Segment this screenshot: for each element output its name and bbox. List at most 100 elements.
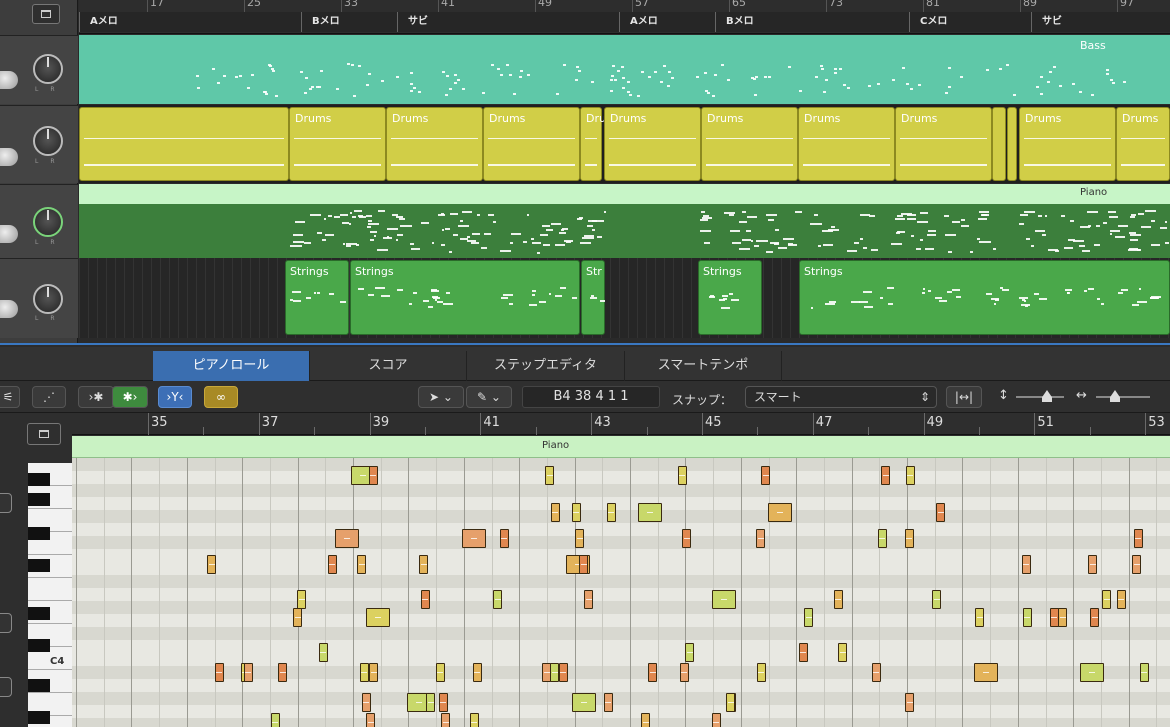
- tab-step-editor[interactable]: ステップエディタ: [467, 351, 625, 381]
- midi-note[interactable]: [318, 643, 328, 662]
- midi-note[interactable]: [711, 590, 736, 609]
- midi-note[interactable]: [472, 663, 482, 682]
- midi-note[interactable]: [648, 663, 658, 682]
- midi-note[interactable]: [435, 663, 445, 682]
- midi-note[interactable]: [1116, 590, 1126, 609]
- black-key[interactable]: [28, 639, 50, 652]
- midi-note[interactable]: [270, 713, 280, 727]
- midi-note[interactable]: [936, 503, 946, 522]
- drums-region[interactable]: Drums: [1116, 107, 1170, 181]
- midi-note[interactable]: [606, 503, 616, 522]
- midi-note[interactable]: [214, 663, 224, 682]
- black-key[interactable]: [28, 607, 50, 620]
- mute-toggle-icon[interactable]: [0, 148, 18, 166]
- tab-smart-tempo[interactable]: スマートテンポ: [625, 351, 782, 381]
- midi-in-icon[interactable]: ›✱: [78, 386, 114, 408]
- track-header-piano[interactable]: LR: [0, 184, 78, 258]
- midi-note[interactable]: [1022, 608, 1032, 627]
- midi-note[interactable]: [361, 693, 371, 712]
- side-control-icon[interactable]: [0, 493, 12, 513]
- fit-icon[interactable]: |↔|: [946, 386, 982, 408]
- midi-note[interactable]: [499, 529, 509, 548]
- editor-collapse-icon[interactable]: [27, 423, 61, 445]
- midi-note[interactable]: [297, 590, 307, 609]
- midi-note[interactable]: [838, 643, 848, 662]
- midi-note[interactable]: [637, 503, 662, 522]
- midi-note[interactable]: [726, 693, 736, 712]
- midi-note[interactable]: [1133, 529, 1143, 548]
- midi-note[interactable]: [932, 590, 942, 609]
- drums-region[interactable]: Drums: [701, 107, 798, 181]
- marker-7[interactable]: サビ: [1031, 12, 1170, 32]
- midi-note[interactable]: [243, 663, 253, 682]
- midi-note[interactable]: [1080, 663, 1105, 682]
- midi-note[interactable]: [575, 529, 585, 548]
- midi-note[interactable]: [438, 693, 448, 712]
- midi-note[interactable]: [877, 529, 887, 548]
- midi-note[interactable]: [469, 713, 479, 727]
- position-display[interactable]: B4 38 4 1 1: [522, 386, 660, 408]
- drums-region[interactable]: [79, 107, 289, 181]
- midi-note[interactable]: [293, 608, 302, 627]
- vertical-zoom-slider[interactable]: [1016, 396, 1064, 398]
- horizontal-zoom-thumb-icon[interactable]: [1110, 390, 1120, 402]
- midi-note[interactable]: [426, 693, 436, 712]
- strings-region[interactable]: Strings: [285, 260, 349, 335]
- horizontal-zoom-slider[interactable]: [1096, 396, 1150, 398]
- black-key[interactable]: [28, 527, 50, 540]
- automation-icon[interactable]: ⋰: [32, 386, 66, 408]
- midi-note[interactable]: [1088, 555, 1098, 574]
- midi-note[interactable]: [756, 529, 766, 548]
- midi-note[interactable]: [327, 555, 337, 574]
- midi-note[interactable]: [366, 713, 376, 727]
- strings-region[interactable]: Str: [581, 260, 606, 335]
- midi-note[interactable]: [677, 466, 687, 485]
- midi-note[interactable]: [550, 503, 560, 522]
- drums-region[interactable]: Drums: [580, 107, 622, 181]
- black-key[interactable]: [28, 711, 50, 724]
- marker-3[interactable]: サビ: [397, 12, 619, 32]
- midi-note[interactable]: [365, 608, 390, 627]
- midi-note[interactable]: [207, 555, 217, 574]
- midi-note[interactable]: [682, 529, 692, 548]
- pan-knob-icon[interactable]: [33, 54, 63, 84]
- midi-note[interactable]: [905, 466, 915, 485]
- drums-region[interactable]: Drums: [483, 107, 580, 181]
- midi-note[interactable]: [761, 466, 771, 485]
- drums-region[interactable]: [992, 107, 1006, 181]
- midi-note[interactable]: [804, 608, 814, 627]
- midi-note[interactable]: [833, 590, 843, 609]
- vertical-zoom-thumb-icon[interactable]: [1042, 390, 1052, 402]
- midi-note[interactable]: [368, 466, 378, 485]
- midi-note[interactable]: [571, 503, 581, 522]
- track-header-bass[interactable]: LR: [0, 35, 78, 104]
- midi-note[interactable]: [905, 693, 915, 712]
- midi-note[interactable]: [572, 693, 596, 712]
- midi-note[interactable]: [441, 713, 451, 727]
- midi-note[interactable]: [357, 555, 367, 574]
- midi-note[interactable]: [1090, 608, 1100, 627]
- midi-note[interactable]: [493, 590, 503, 609]
- strings-region[interactable]: Strings: [350, 260, 580, 335]
- midi-note[interactable]: [584, 590, 594, 609]
- midi-note[interactable]: [641, 713, 651, 727]
- midi-note[interactable]: [756, 663, 766, 682]
- midi-note[interactable]: [419, 555, 429, 574]
- mute-toggle-icon[interactable]: [0, 300, 18, 318]
- white-key[interactable]: [28, 578, 72, 601]
- tab-score[interactable]: スコア: [310, 351, 467, 381]
- midi-note[interactable]: [420, 590, 430, 609]
- pan-knob-icon[interactable]: [33, 284, 63, 314]
- catch-filter-icon[interactable]: ›Y‹: [158, 386, 192, 408]
- marker-5[interactable]: Bメロ: [715, 12, 909, 32]
- quantize-icon[interactable]: ⚟: [0, 386, 20, 408]
- bass-region[interactable]: Bass: [79, 35, 1170, 104]
- black-key[interactable]: [28, 493, 50, 506]
- marker-1[interactable]: Aメロ: [79, 12, 301, 32]
- midi-note[interactable]: [975, 608, 985, 627]
- black-key[interactable]: [28, 559, 50, 572]
- piano-region-header[interactable]: Piano: [79, 184, 1170, 204]
- collapse-toggle-icon[interactable]: [32, 4, 60, 24]
- pointer-tool-icon[interactable]: ➤ ⌄: [418, 386, 464, 408]
- midi-note[interactable]: [974, 663, 999, 682]
